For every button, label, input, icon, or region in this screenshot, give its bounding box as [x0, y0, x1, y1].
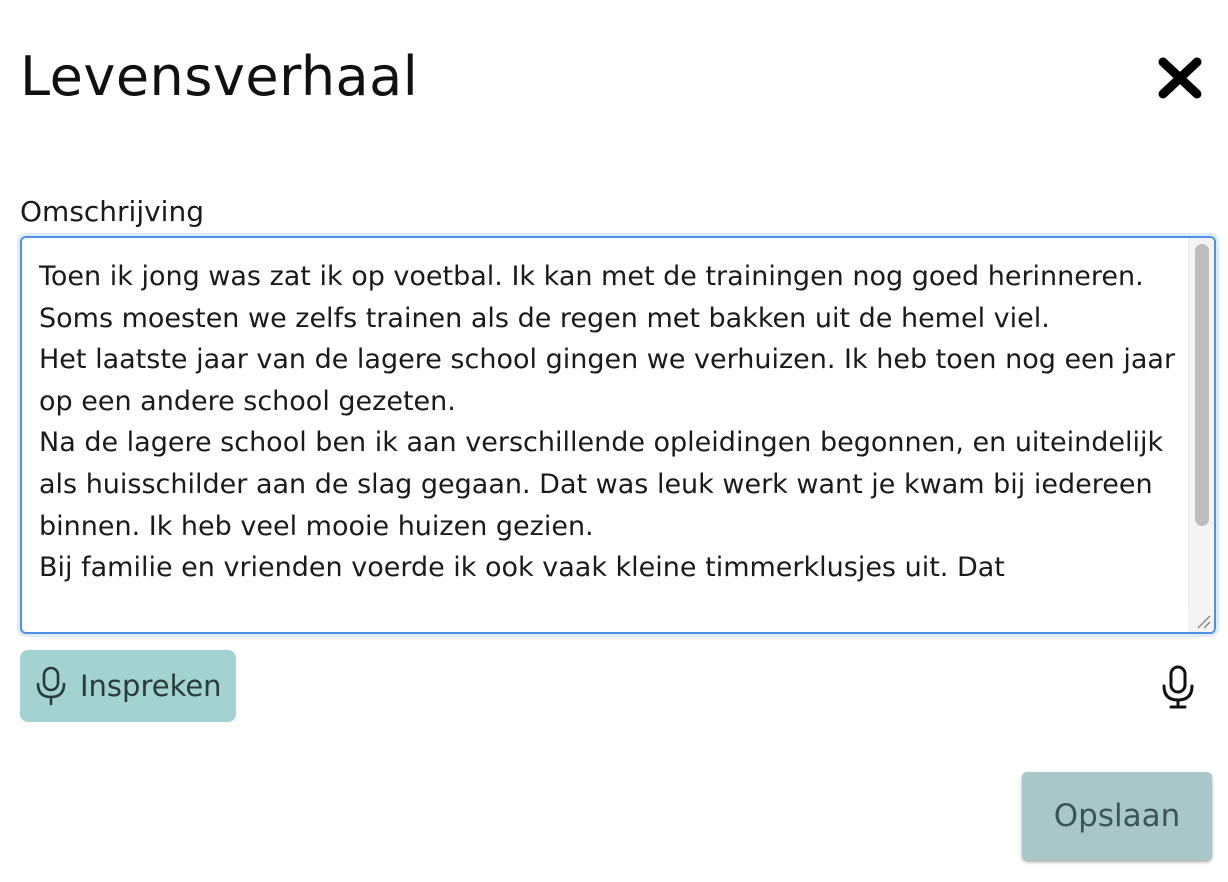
resize-grip-icon [1197, 615, 1211, 629]
description-label: Omschrijving [20, 195, 204, 228]
description-text: Toen ik jong was zat ik op voetbal. Ik k… [39, 261, 1176, 584]
speak-button-label: Inspreken [80, 669, 222, 703]
scrollbar-thumb[interactable] [1195, 244, 1209, 526]
microphone-icon [36, 666, 66, 706]
save-button-label: Opslaan [1053, 798, 1181, 834]
speak-button[interactable]: Inspreken [20, 650, 236, 722]
close-button[interactable] [1154, 52, 1206, 104]
close-icon [1158, 57, 1202, 99]
save-button[interactable]: Opslaan [1022, 772, 1212, 860]
resize-handle[interactable] [1188, 606, 1214, 632]
dialog-title: Levensverhaal [20, 45, 419, 108]
description-textarea[interactable]: Toen ik jong was zat ik op voetbal. Ik k… [20, 236, 1216, 634]
textarea-scrollbar[interactable] [1188, 238, 1214, 632]
microphone-toggle[interactable] [1160, 664, 1196, 710]
microphone-icon [1162, 665, 1194, 709]
